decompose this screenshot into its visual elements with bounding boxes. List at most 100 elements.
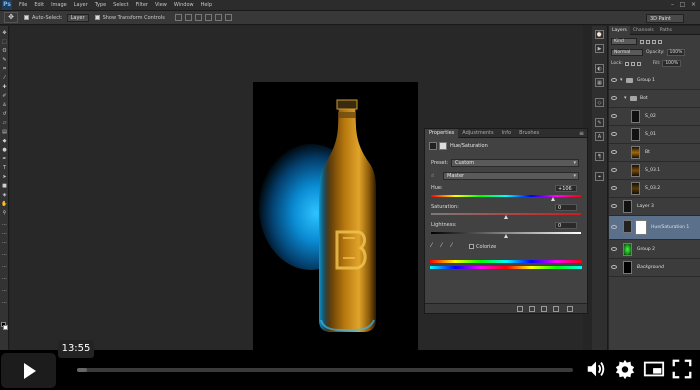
gradient-icon[interactable]: ▤	[1, 129, 8, 135]
menu-filter[interactable]: Filter	[136, 2, 148, 8]
lightness-value-input[interactable]: 0	[555, 222, 577, 229]
align-left-icon[interactable]	[204, 14, 212, 21]
hue-saturation-icon[interactable]	[429, 142, 437, 150]
preset-dropdown[interactable]: Custom ▾	[451, 159, 579, 167]
eye-icon[interactable]	[611, 96, 617, 100]
reset-icon[interactable]	[541, 306, 547, 312]
align-top-icon[interactable]	[174, 14, 182, 21]
tool-extra-5-icon[interactable]: ⋯	[1, 264, 8, 270]
saturation-slider-thumb[interactable]	[504, 215, 508, 219]
document-canvas[interactable]	[253, 82, 418, 350]
filter-adjustment-icon[interactable]	[646, 39, 650, 44]
layer-row-hue-saturation[interactable]: Hue/Saturation 1	[609, 216, 700, 240]
menu-window[interactable]: Window	[174, 2, 194, 8]
layer-row-s031[interactable]: S_03.1	[609, 162, 700, 180]
3d-icon[interactable]: ◈	[1, 192, 8, 198]
blur-icon[interactable]: ◆	[1, 138, 8, 144]
tool-extra-3-icon[interactable]: ⋯	[1, 240, 8, 246]
menu-layer[interactable]: Layer	[74, 2, 88, 8]
fill-input[interactable]: 100%	[662, 60, 682, 67]
tab-channels[interactable]: Channels	[630, 28, 657, 33]
show-transform-checkbox[interactable]	[94, 15, 100, 20]
layer-row-s032[interactable]: S_03.2	[609, 180, 700, 198]
picture-in-picture-icon[interactable]	[643, 358, 665, 380]
play-button[interactable]	[1, 353, 56, 388]
auto-select-dropdown[interactable]: Layer	[66, 13, 89, 22]
tab-properties[interactable]: Properties	[425, 128, 459, 138]
tool-extra-2-icon[interactable]: ⋯	[1, 231, 8, 237]
menu-view[interactable]: View	[155, 2, 167, 8]
eye-icon[interactable]	[611, 78, 617, 82]
layer-row-bt[interactable]: Bt	[609, 144, 700, 162]
hand-icon[interactable]: ✋	[1, 201, 8, 207]
lightness-slider-thumb[interactable]	[504, 234, 508, 238]
saturation-value-input[interactable]: 0	[555, 204, 577, 211]
tool-extra-8-icon[interactable]: ⋯	[1, 300, 8, 306]
align-right-icon[interactable]	[224, 14, 232, 21]
tab-info[interactable]: Info	[498, 130, 515, 136]
move-tool-icon[interactable]: ✥	[4, 12, 18, 23]
lock-pixels-icon[interactable]	[624, 61, 629, 66]
menu-select[interactable]: Select	[113, 2, 128, 8]
panel-menu-icon[interactable]: ≡	[579, 130, 584, 137]
tab-layers[interactable]: Layers	[609, 25, 630, 35]
tool-extra-1-icon[interactable]: ⋯	[1, 222, 8, 228]
hue-slider-thumb[interactable]	[550, 197, 555, 201]
character-icon[interactable]: A	[595, 132, 604, 141]
eye-icon[interactable]	[611, 186, 617, 190]
tool-extra-6-icon[interactable]: ⋯	[1, 276, 8, 282]
eye-icon[interactable]	[611, 132, 617, 136]
move-icon[interactable]: ✥	[1, 30, 8, 36]
auto-select-checkbox[interactable]	[24, 15, 29, 20]
layer-row-s01[interactable]: S_01	[609, 126, 700, 144]
filter-kind-dropdown[interactable]: Kind	[611, 38, 637, 45]
color-icon[interactable]: ◐	[595, 64, 604, 73]
view-previous-icon[interactable]	[529, 306, 535, 312]
type-icon[interactable]: T	[1, 165, 8, 171]
eye-icon[interactable]	[611, 114, 617, 118]
clip-to-layer-icon[interactable]	[517, 306, 523, 312]
dodge-icon[interactable]: ●	[1, 147, 8, 153]
colorize-checkbox[interactable]	[469, 244, 474, 249]
eyedropper-icon[interactable]: ⁄	[1, 75, 8, 81]
maximize-button[interactable]: □	[678, 1, 687, 9]
quick-select-icon[interactable]: ✎	[1, 57, 8, 63]
pen-icon[interactable]: ✒	[1, 156, 8, 162]
eye-icon[interactable]	[611, 204, 617, 208]
lock-all-icon[interactable]	[636, 61, 641, 66]
zoom-icon[interactable]: ⚲	[1, 210, 8, 216]
swatches-icon[interactable]: ▦	[595, 78, 604, 87]
volume-icon[interactable]	[585, 358, 607, 380]
layer-row-s02[interactable]: S_02	[609, 108, 700, 126]
background-color-swatch[interactable]	[3, 325, 8, 330]
eye-icon[interactable]	[611, 265, 617, 269]
layer-mask-icon[interactable]	[439, 142, 447, 150]
blend-mode-dropdown[interactable]: Normal	[611, 49, 643, 56]
layer-row-layer-3[interactable]: Layer 3	[609, 198, 700, 216]
opacity-input[interactable]: 100%	[666, 49, 686, 56]
healing-icon[interactable]: ✚	[1, 84, 8, 90]
tool-extra-7-icon[interactable]: ⋯	[1, 288, 8, 294]
stamp-icon[interactable]: ♙	[1, 102, 8, 108]
workspace-dropdown[interactable]: 3D Paint	[646, 14, 684, 23]
eyedropper-minus-icon[interactable]: ⁄	[451, 243, 452, 249]
visibility-icon[interactable]	[553, 306, 559, 312]
actions-icon[interactable]: ▶	[595, 44, 604, 53]
tool-extra-4-icon[interactable]: ⋯	[1, 252, 8, 258]
eyedropper-plus-icon[interactable]: ⁄	[441, 243, 442, 249]
filter-shape-icon[interactable]	[658, 39, 662, 44]
menu-file[interactable]: File	[19, 2, 27, 8]
paragraph-icon[interactable]: ¶	[595, 152, 604, 161]
delete-icon[interactable]	[567, 306, 573, 312]
lasso-icon[interactable]: ʘ	[1, 48, 8, 54]
fullscreen-icon[interactable]	[671, 358, 693, 380]
eye-icon[interactable]	[611, 150, 617, 154]
align-bottom-icon[interactable]	[194, 14, 202, 21]
eraser-icon[interactable]: ▱	[1, 120, 8, 126]
chevron-down-icon[interactable]: ▾	[620, 77, 623, 83]
menu-image[interactable]: Image	[51, 2, 67, 8]
hue-slider-track[interactable]	[431, 195, 581, 197]
menu-help[interactable]: Help	[201, 2, 212, 8]
lock-position-icon[interactable]	[630, 61, 635, 66]
chevron-down-icon[interactable]: ▾	[624, 95, 627, 101]
